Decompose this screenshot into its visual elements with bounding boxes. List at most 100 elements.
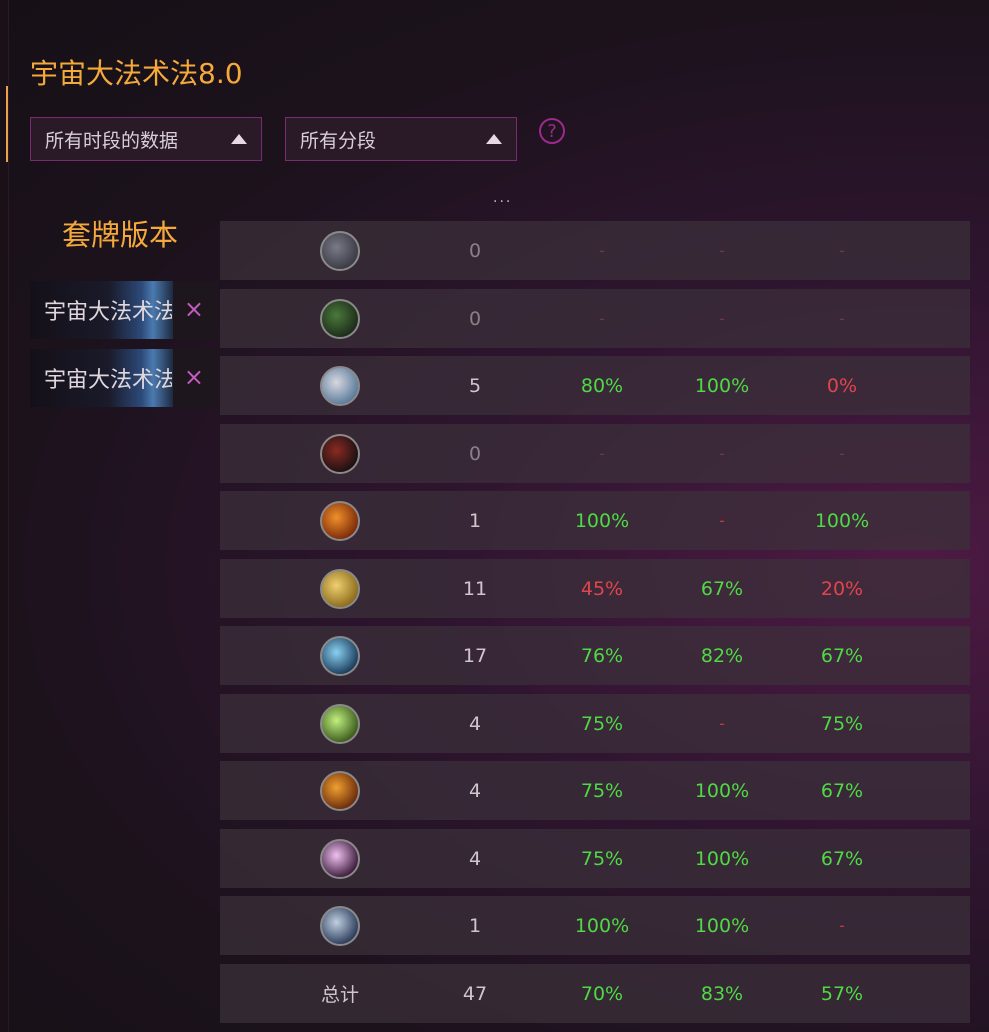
steel-sword-icon: [320, 905, 360, 946]
green-orc-icon: [320, 298, 360, 339]
page-title: 宇宙大法术法8.0: [30, 57, 243, 90]
winrate-a-cell: 100%: [574, 914, 630, 937]
active-marker: [6, 86, 8, 162]
hero-icon-cell: [318, 626, 362, 685]
white-claw-icon: [320, 365, 360, 406]
deck-name: 宇宙大法术法: [44, 300, 172, 325]
count-cell: 4: [468, 712, 482, 735]
table-row: 4 75% - 75%: [220, 694, 970, 753]
winrate-c-cell: 67%: [820, 644, 864, 667]
hero-icon-cell: [318, 829, 362, 888]
winrate-a-cell: 75%: [580, 712, 624, 735]
total-count-cell: 47: [462, 982, 488, 1005]
count-cell: 17: [462, 644, 488, 667]
hero-icon-cell: [318, 896, 362, 955]
winrate-c-cell: 75%: [820, 712, 864, 735]
winrate-c-cell: -: [839, 309, 845, 328]
hero-icon-cell: [318, 761, 362, 820]
winrate-b-cell: 67%: [700, 577, 744, 600]
winrate-b-cell: 100%: [694, 374, 750, 397]
winrate-c-cell: -: [839, 444, 845, 463]
winrate-c-cell: -: [839, 916, 845, 935]
winrate-c-cell: 67%: [820, 779, 864, 802]
gold-scroll-icon: [320, 568, 360, 609]
winrate-c-cell: 20%: [820, 577, 864, 600]
count-cell: 4: [468, 779, 482, 802]
deck-item[interactable]: 宇宙大法术法 ×: [30, 281, 218, 339]
table-row: 0 - - -: [220, 221, 970, 280]
table-row: 5 80% 100% 0%: [220, 356, 970, 415]
table-row: 4 75% 100% 67%: [220, 829, 970, 888]
winrate-b-cell: -: [719, 241, 725, 260]
winrate-b-cell: 82%: [700, 644, 744, 667]
count-cell: 4: [468, 847, 482, 870]
total-winrate-c-cell: 57%: [820, 982, 864, 1005]
hero-icon-cell: [318, 559, 362, 618]
period-dropdown[interactable]: 所有时段的数据: [30, 117, 262, 161]
blue-hammer-icon: [320, 635, 360, 676]
total-winrate-b-cell: 83%: [700, 982, 744, 1005]
winrate-b-cell: -: [719, 309, 725, 328]
winrate-a-cell: 76%: [580, 644, 624, 667]
winrate-b-cell: 100%: [694, 914, 750, 937]
deck-item[interactable]: 宇宙大法术法 ×: [30, 349, 218, 407]
table-row: 1 100% - 100%: [220, 491, 970, 550]
winrate-a-cell: 75%: [580, 779, 624, 802]
winrate-a-cell: 45%: [580, 577, 624, 600]
hero-icon-cell: [318, 694, 362, 753]
close-icon[interactable]: ×: [184, 363, 204, 391]
total-winrate-a-cell: 70%: [580, 982, 624, 1005]
left-rail: [0, 0, 9, 1032]
winrate-b-cell: -: [719, 444, 725, 463]
hero-icon-cell: [318, 424, 362, 483]
winrate-a-cell: -: [599, 444, 605, 463]
winrate-b-cell: -: [719, 714, 725, 733]
winrate-b-cell: -: [719, 511, 725, 530]
table-row: 4 75% 100% 67%: [220, 761, 970, 820]
total-label-cell: 总计: [320, 984, 359, 1006]
red-bow-icon: [320, 433, 360, 474]
hero-icon-cell: [318, 289, 362, 348]
caret-up-icon: [486, 134, 502, 144]
winrate-b-cell: 100%: [694, 847, 750, 870]
winrate-c-cell: -: [839, 241, 845, 260]
table-row: 1 100% 100% -: [220, 896, 970, 955]
count-cell: 0: [468, 239, 482, 262]
hero-icon-cell: [318, 221, 362, 280]
table-row: 11 45% 67% 20%: [220, 559, 970, 618]
count-cell: 0: [468, 307, 482, 330]
ellipsis: ...: [493, 190, 513, 206]
caret-up-icon: [231, 134, 247, 144]
table-row: 0 - - -: [220, 289, 970, 348]
winrate-b-cell: 100%: [694, 779, 750, 802]
winrate-a-cell: -: [599, 309, 605, 328]
fire-icon: [320, 500, 360, 541]
period-dropdown-label: 所有时段的数据: [45, 129, 179, 152]
gray-dragon-icon: [320, 230, 360, 271]
count-cell: 0: [468, 442, 482, 465]
table-row: 0 - - -: [220, 424, 970, 483]
winrate-a-cell: 80%: [580, 374, 624, 397]
deck-name: 宇宙大法术法: [44, 368, 172, 393]
hero-icon-cell: [318, 356, 362, 415]
count-cell: 1: [468, 509, 482, 532]
winrate-c-cell: 0%: [826, 374, 858, 397]
winrate-a-cell: -: [599, 241, 605, 260]
help-icon[interactable]: ?: [539, 118, 565, 144]
winrate-c-cell: 67%: [820, 847, 864, 870]
segment-dropdown-label: 所有分段: [300, 129, 377, 152]
winrate-a-cell: 100%: [574, 509, 630, 532]
count-cell: 1: [468, 914, 482, 937]
table-row: 17 76% 82% 67%: [220, 626, 970, 685]
purple-hand-icon: [320, 838, 360, 879]
orange-banner-icon: [320, 770, 360, 811]
count-cell: 11: [462, 577, 488, 600]
close-icon[interactable]: ×: [184, 295, 204, 323]
deck-versions-header: 套牌版本: [62, 218, 179, 252]
segment-dropdown[interactable]: 所有分段: [285, 117, 517, 161]
winrate-a-cell: 75%: [580, 847, 624, 870]
winrate-c-cell: 100%: [814, 509, 870, 532]
total-row: 总计 47 70% 83% 57%: [220, 964, 970, 1023]
count-cell: 5: [468, 374, 482, 397]
hero-icon-cell: [318, 491, 362, 550]
